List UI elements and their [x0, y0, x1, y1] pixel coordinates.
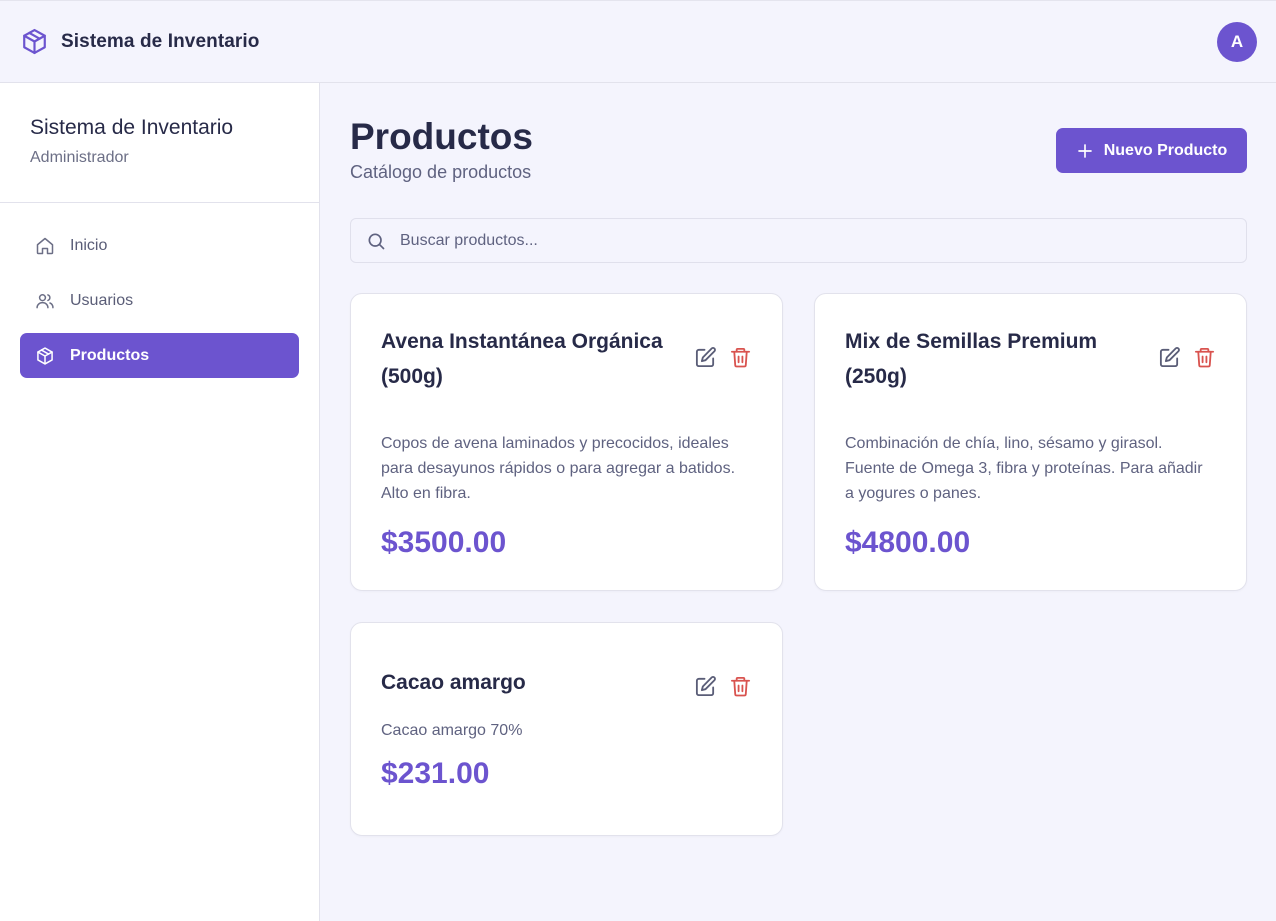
- page-title: Productos: [350, 116, 533, 157]
- product-price: $3500.00: [381, 526, 507, 559]
- package-icon: [35, 346, 55, 366]
- app-title: Sistema de Inventario: [61, 30, 260, 52]
- search-input[interactable]: [400, 231, 1220, 250]
- sidebar-role: Administrador: [30, 149, 129, 166]
- new-product-button[interactable]: Nuevo Producto: [1056, 128, 1247, 173]
- product-name: Cacao amargo: [381, 671, 526, 694]
- trash-icon[interactable]: [729, 346, 752, 369]
- edit-icon[interactable]: [1158, 346, 1181, 369]
- product-description: Combinación de chía, lino, sésamo y gira…: [845, 435, 1203, 502]
- sidebar-item-label: Productos: [70, 346, 150, 364]
- edit-icon[interactable]: [694, 346, 717, 369]
- search-icon: [366, 231, 386, 251]
- home-icon: [35, 236, 55, 256]
- sidebar: Sistema de Inventario Administrador Inic…: [0, 83, 320, 921]
- sidebar-item-productos[interactable]: Productos: [20, 333, 299, 378]
- sidebar-item-inicio[interactable]: Inicio: [20, 223, 299, 268]
- sidebar-header: Sistema de Inventario Administrador: [0, 83, 319, 203]
- plus-icon: [1076, 142, 1094, 160]
- avatar[interactable]: A: [1217, 21, 1257, 62]
- search-bar: [350, 218, 1247, 263]
- sidebar-item-usuarios[interactable]: Usuarios: [20, 278, 299, 323]
- package-icon: [20, 27, 49, 56]
- product-card: Cacao amargo Cacao amargo 70% $231.00: [350, 622, 783, 836]
- brand[interactable]: Sistema de Inventario: [20, 27, 260, 56]
- sidebar-item-label: Usuarios: [70, 291, 134, 309]
- sidebar-nav: Inicio Usuarios Productos: [0, 203, 319, 378]
- main-content: Productos Catálogo de productos Nuevo Pr…: [320, 83, 1276, 921]
- edit-icon[interactable]: [694, 675, 717, 698]
- product-card: Avena Instantánea Orgánica (500g) Copos …: [350, 293, 783, 591]
- product-card: Mix de Semillas Premium (250g) Combinaci…: [814, 293, 1247, 591]
- page-subtitle: Catálogo de productos: [350, 162, 532, 182]
- product-name: Avena Instantánea Orgánica (500g): [381, 330, 663, 388]
- product-name: Mix de Semillas Premium (250g): [845, 330, 1098, 388]
- product-description: Copos de avena laminados y precocidos, i…: [381, 435, 736, 502]
- product-price: $4800.00: [845, 526, 971, 559]
- trash-icon[interactable]: [1193, 346, 1216, 369]
- product-description: Cacao amargo 70%: [381, 722, 523, 739]
- product-price: $231.00: [381, 757, 490, 790]
- trash-icon[interactable]: [729, 675, 752, 698]
- top-bar: Sistema de Inventario A: [0, 0, 1276, 83]
- users-icon: [35, 291, 55, 311]
- new-product-label: Nuevo Producto: [1103, 141, 1228, 159]
- sidebar-title: Sistema de Inventario: [30, 116, 234, 139]
- sidebar-item-label: Inicio: [70, 236, 108, 254]
